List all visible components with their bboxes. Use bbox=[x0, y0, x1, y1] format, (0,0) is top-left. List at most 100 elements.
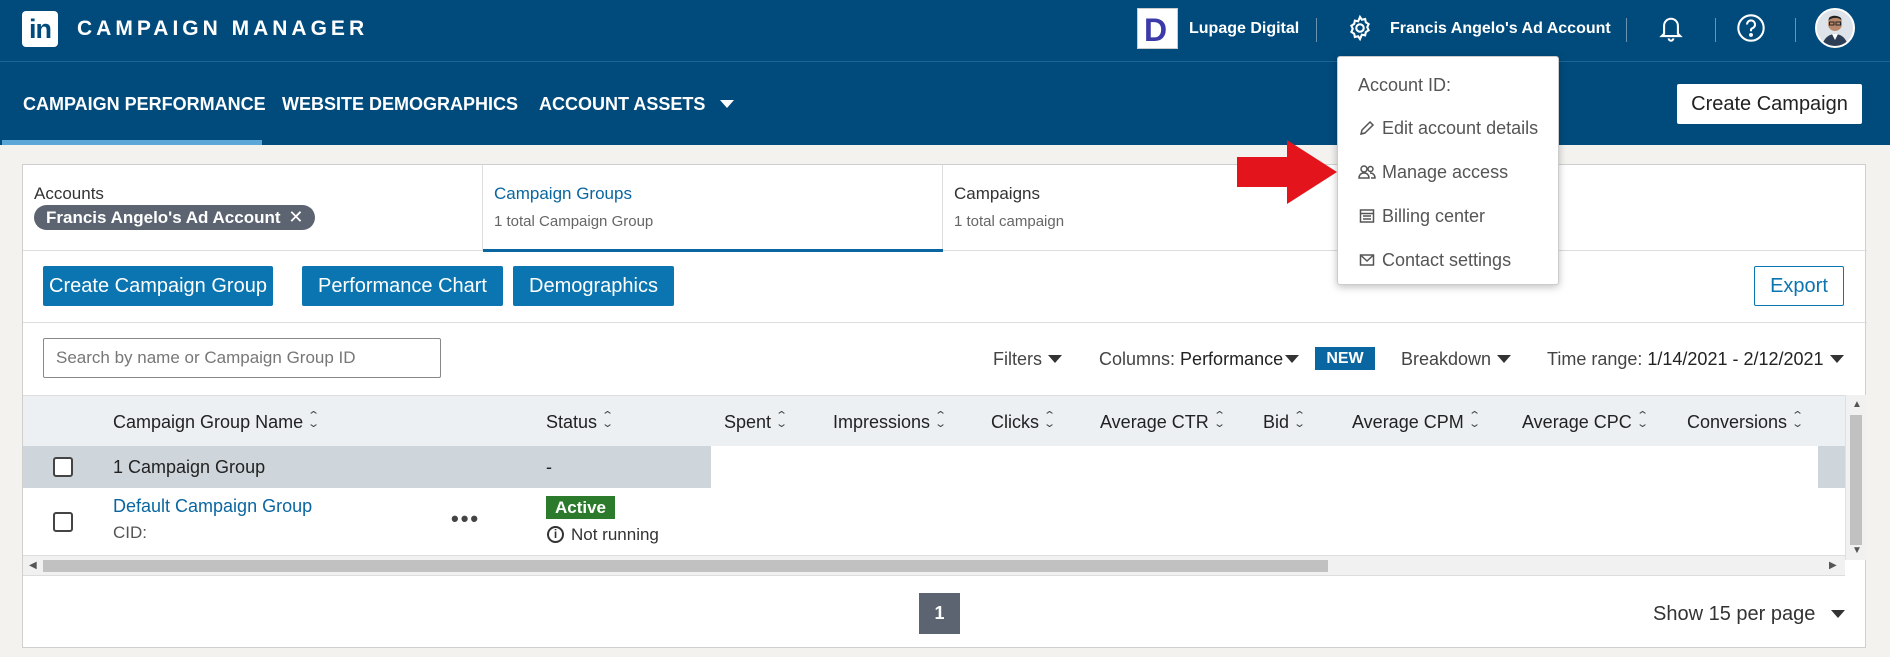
menu-item-billing-center[interactable]: Billing center bbox=[1358, 206, 1485, 227]
divider bbox=[1715, 18, 1716, 42]
filter-bar: Search by name or Campaign Group ID Filt… bbox=[23, 323, 1867, 395]
column-header[interactable]: Average CTR ⌃ ⌄ bbox=[1100, 411, 1226, 433]
chevron-down-icon bbox=[1048, 355, 1062, 363]
column-label: Status bbox=[546, 412, 598, 432]
summary-row-edge bbox=[1818, 446, 1845, 488]
breakdown-dropdown[interactable]: Breakdown bbox=[1401, 349, 1512, 370]
account-filter-pill: Francis Angelo's Ad Account ✕ bbox=[34, 205, 315, 230]
vertical-scrollbar[interactable]: ▲ ▼ bbox=[1845, 395, 1866, 560]
account-menu-button[interactable]: Francis Angelo's Ad Account bbox=[1390, 20, 1611, 38]
divider bbox=[1795, 18, 1796, 42]
scroll-left-icon[interactable]: ◀ bbox=[29, 560, 37, 571]
sort-icon: ⌃ ⌄ bbox=[1043, 410, 1057, 430]
export-button[interactable]: Export bbox=[1754, 266, 1844, 306]
users-icon bbox=[1358, 165, 1376, 179]
sort-icon: ⌃ ⌄ bbox=[1635, 410, 1649, 430]
create-campaign-button[interactable]: Create Campaign bbox=[1677, 84, 1862, 124]
column-label: Average CPC bbox=[1522, 412, 1632, 432]
help-icon[interactable] bbox=[1736, 13, 1766, 43]
gear-icon[interactable] bbox=[1346, 14, 1374, 42]
tab-website-demographics[interactable]: WEBSITE DEMOGRAPHICS bbox=[282, 94, 518, 115]
column-label: Conversions bbox=[1687, 412, 1788, 432]
scroll-down-icon[interactable]: ▼ bbox=[1852, 545, 1862, 556]
tab-account-assets-label: ACCOUNT ASSETS bbox=[539, 94, 706, 114]
row-checkbox[interactable] bbox=[53, 512, 73, 532]
account-pill-label: Francis Angelo's Ad Account bbox=[46, 208, 281, 227]
page-button[interactable]: 1 bbox=[919, 593, 960, 634]
billing-icon bbox=[1359, 209, 1375, 223]
campaign-panel: Accounts Francis Angelo's Ad Account ✕ C… bbox=[22, 164, 1867, 648]
tab-account-assets[interactable]: ACCOUNT ASSETS bbox=[539, 94, 735, 115]
more-options-icon[interactable]: ••• bbox=[451, 506, 480, 532]
level-tabs: Accounts Francis Angelo's Ad Account ✕ C… bbox=[23, 165, 1867, 252]
menu-item-contact-settings[interactable]: Contact settings bbox=[1358, 250, 1511, 271]
chevron-down-icon bbox=[1497, 355, 1512, 363]
tab-accounts[interactable]: Accounts Francis Angelo's Ad Account ✕ bbox=[23, 165, 483, 251]
filters-dropdown[interactable]: Filters bbox=[993, 349, 1062, 370]
annotation-arrow-icon bbox=[1237, 140, 1337, 204]
column-header[interactable]: Impressions ⌃ ⌄ bbox=[833, 410, 948, 433]
status-badge: Active bbox=[546, 496, 615, 519]
menu-item-label: Contact settings bbox=[1382, 250, 1512, 270]
column-label: Campaign Group Name bbox=[113, 412, 304, 432]
filters-label: Filters bbox=[993, 349, 1042, 369]
columns-value: Performance bbox=[1180, 349, 1284, 369]
brand-name[interactable]: Lupage Digital bbox=[1189, 20, 1299, 38]
sort-icon: ⌃ ⌄ bbox=[307, 410, 321, 430]
column-header[interactable]: Clicks ⌃ ⌄ bbox=[991, 410, 1057, 433]
menu-item-manage-access[interactable]: Manage access bbox=[1358, 162, 1508, 183]
scroll-right-icon[interactable]: ▶ bbox=[1829, 560, 1837, 571]
action-bar: Create Campaign Group Performance Chart … bbox=[23, 251, 1867, 323]
summary-row-metrics bbox=[711, 452, 1818, 488]
sort-icon: ⌃ ⌄ bbox=[934, 410, 948, 430]
columns-dropdown[interactable]: Columns: Performance bbox=[1099, 349, 1300, 370]
column-header[interactable]: Bid ⌃ ⌄ bbox=[1263, 411, 1306, 433]
account-dropdown-menu: Account ID: Edit account details Manage … bbox=[1337, 56, 1559, 285]
time-range-dropdown[interactable]: Time range: 1/14/2021 - 2/12/2021 bbox=[1547, 349, 1844, 370]
time-range-label: Time range: bbox=[1547, 349, 1643, 369]
per-page-label: Show 15 per page bbox=[1653, 603, 1816, 625]
sort-icon: ⌃ ⌄ bbox=[1467, 410, 1481, 430]
column-label: Spent bbox=[724, 412, 772, 432]
scroll-thumb[interactable] bbox=[1850, 415, 1862, 545]
column-header[interactable]: Average CPM ⌃ ⌄ bbox=[1352, 410, 1481, 433]
linkedin-logo[interactable]: in bbox=[22, 11, 58, 47]
column-header[interactable]: Spent ⌃ ⌄ bbox=[724, 411, 788, 433]
column-header[interactable]: Conversions ⌃ ⌄ bbox=[1687, 411, 1804, 433]
user-avatar-icon bbox=[1817, 10, 1853, 46]
breakdown-label: Breakdown bbox=[1401, 349, 1492, 369]
tab-campaign-groups[interactable]: Campaign Groups 1 total Campaign Group bbox=[483, 165, 943, 252]
create-campaign-group-button[interactable]: Create Campaign Group bbox=[43, 266, 273, 306]
performance-chart-button[interactable]: Performance Chart bbox=[302, 266, 503, 306]
tab-campaign-performance[interactable]: CAMPAIGN PERFORMANCE bbox=[23, 94, 266, 115]
campaign-group-link[interactable]: Default Campaign Group bbox=[113, 496, 312, 517]
app-title[interactable]: CAMPAIGN MANAGER bbox=[77, 17, 368, 41]
avatar[interactable] bbox=[1815, 8, 1855, 48]
chevron-down-icon bbox=[720, 100, 735, 108]
table-header: Campaign Group Name ⌃ ⌄ Status ⌃ ⌄ Spent ⌃ ⌄ I… bbox=[23, 395, 1845, 446]
chevron-down-icon bbox=[1285, 355, 1300, 363]
horizontal-scrollbar[interactable]: ◀ ▶ bbox=[23, 556, 1845, 576]
demographics-button[interactable]: Demographics bbox=[513, 266, 674, 306]
accounts-title: Accounts bbox=[34, 184, 104, 203]
campaigns-count: 1 total campaign bbox=[954, 213, 1065, 230]
select-all-checkbox[interactable] bbox=[53, 457, 73, 477]
scroll-up-icon[interactable]: ▲ bbox=[1852, 399, 1862, 410]
divider bbox=[1626, 18, 1627, 42]
column-header[interactable]: Average CPC ⌃ ⌄ bbox=[1522, 410, 1649, 433]
brand-logo-icon[interactable]: D bbox=[1137, 8, 1178, 49]
new-badge: NEW bbox=[1315, 347, 1375, 370]
close-icon[interactable]: ✕ bbox=[288, 205, 303, 230]
menu-item-label: Edit account details bbox=[1382, 118, 1539, 138]
envelope-icon bbox=[1359, 254, 1375, 266]
scroll-thumb[interactable] bbox=[43, 560, 1328, 572]
column-header[interactable]: Status ⌃ ⌄ bbox=[546, 411, 614, 433]
campaign-groups-title: Campaign Groups bbox=[494, 184, 632, 203]
search-input[interactable]: Search by name or Campaign Group ID bbox=[43, 338, 441, 378]
column-header[interactable]: Campaign Group Name ⌃ ⌄ bbox=[113, 410, 321, 433]
menu-item-edit-account[interactable]: Edit account details bbox=[1358, 118, 1538, 139]
divider bbox=[1316, 18, 1317, 42]
per-page-dropdown[interactable]: Show 15 per page bbox=[1653, 603, 1846, 626]
summary-status: - bbox=[546, 457, 552, 477]
bell-icon[interactable] bbox=[1657, 13, 1685, 43]
